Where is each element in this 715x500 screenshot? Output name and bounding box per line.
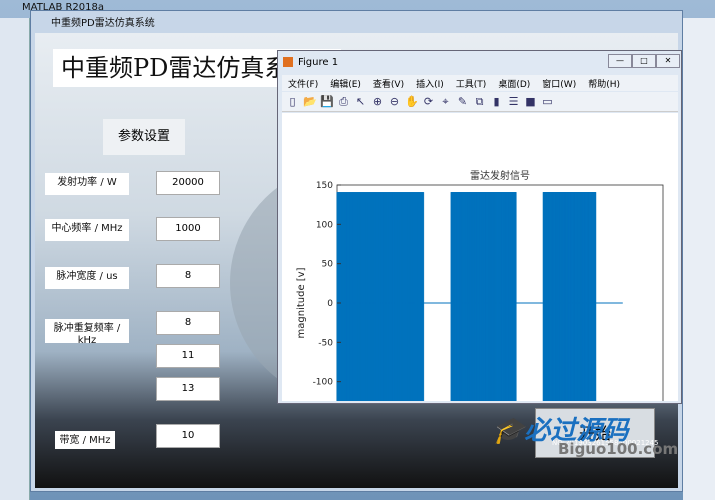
menu-item-6[interactable]: 窗口(W) — [536, 75, 582, 91]
minimize-button[interactable]: — — [608, 54, 632, 68]
prf-label: 脉冲重复频率 / kHz — [45, 319, 129, 346]
maximize-button[interactable]: □ — [632, 54, 656, 68]
y-tick-label: 50 — [322, 260, 334, 270]
y-tick-label: -100 — [313, 378, 334, 388]
menu-item-0[interactable]: 文件(F) — [282, 75, 324, 91]
menu-item-4[interactable]: 工具(T) — [450, 75, 493, 91]
pulse-width-input[interactable]: 8 — [156, 264, 220, 288]
params-heading: 参数设置 — [103, 119, 185, 155]
menu-bar: 文件(F) 编辑(E) 查看(V) 插入(I) 工具(T) 桌面(D) 窗口(W) 帮助(H) — [282, 75, 678, 91]
prf-input-3[interactable]: 13 — [156, 377, 220, 401]
toolbar: ▯ 📂 💾 ⎙ ↖ ⊕ ⊖ ✋ ⟳ ⌖ ✎ ⧉ ▮ ☰ ■ ▭ — [282, 92, 678, 112]
hide-tools-icon[interactable]: ■ — [524, 95, 537, 108]
new-icon[interactable]: ▯ — [286, 95, 299, 108]
matlab-logo-icon — [283, 57, 293, 67]
pan-icon[interactable]: ✋ — [405, 95, 419, 108]
pointer-icon[interactable]: ↖ — [354, 95, 367, 108]
y-tick-label: 150 — [316, 181, 333, 191]
legend-icon[interactable]: ☰ — [507, 95, 520, 108]
dock-icon[interactable]: ▭ — [541, 95, 554, 108]
figure-window: Figure 1 — □ ✕ 文件(F) 编辑(E) 查看(V) 插入(I) 工具(T)… — [277, 50, 682, 449]
menu-item-3[interactable]: 插入(I) — [410, 75, 450, 91]
freq-input[interactable]: 1000 — [156, 217, 220, 241]
figure-canvas: 150100500-50-100-15000.0050.010.0150.020… — [282, 113, 678, 449]
rotate-icon[interactable]: ⟳ — [422, 95, 435, 108]
power-label: 发射功率 / W — [45, 173, 129, 195]
menu-item-5[interactable]: 桌面(D) — [492, 75, 536, 91]
prf-input-2[interactable]: 11 — [156, 344, 220, 368]
link-icon[interactable]: ⧉ — [473, 95, 486, 108]
y-tick-label: 0 — [327, 299, 333, 309]
zoom-out-icon[interactable]: ⊖ — [388, 95, 401, 108]
figure-title: Figure 1 — [298, 57, 339, 68]
chart-title: 雷达发射信号 — [470, 169, 530, 182]
menu-item-1[interactable]: 编辑(E) — [324, 75, 367, 91]
watermark-url: Biguo100.com — [558, 440, 679, 458]
signal-plot: 150100500-50-100-15000.0050.010.0150.020… — [296, 169, 673, 449]
freq-label: 中心频率 / MHz — [45, 219, 129, 241]
power-input[interactable]: 20000 — [156, 171, 220, 195]
y-axis-label: magnitude [v] — [296, 267, 307, 338]
matlab-right-panel — [683, 18, 715, 500]
close-button[interactable]: ✕ — [656, 54, 680, 68]
save-icon[interactable]: 💾 — [320, 95, 334, 108]
bandwidth-input[interactable]: 10 — [156, 424, 220, 448]
y-tick-label: -50 — [318, 338, 333, 348]
menu-item-2[interactable]: 查看(V) — [367, 75, 410, 91]
pulse-width-label: 脉冲宽度 / us — [45, 267, 129, 289]
bandwidth-label: 带宽 / MHz — [55, 431, 115, 449]
gui-title: 中重频PD雷达仿真系统 — [51, 18, 155, 29]
zoom-in-icon[interactable]: ⊕ — [371, 95, 384, 108]
open-icon[interactable]: 📂 — [303, 95, 317, 108]
matlab-left-panel — [0, 18, 30, 500]
colorbar-icon[interactable]: ▮ — [490, 95, 503, 108]
brush-icon[interactable]: ✎ — [456, 95, 469, 108]
menu-item-7[interactable]: 帮助(H) — [582, 75, 626, 91]
y-tick-label: 100 — [316, 220, 333, 230]
prf-input-1[interactable]: 8 — [156, 311, 220, 335]
print-icon[interactable]: ⎙ — [337, 95, 350, 108]
data-cursor-icon[interactable]: ⌖ — [439, 95, 452, 108]
